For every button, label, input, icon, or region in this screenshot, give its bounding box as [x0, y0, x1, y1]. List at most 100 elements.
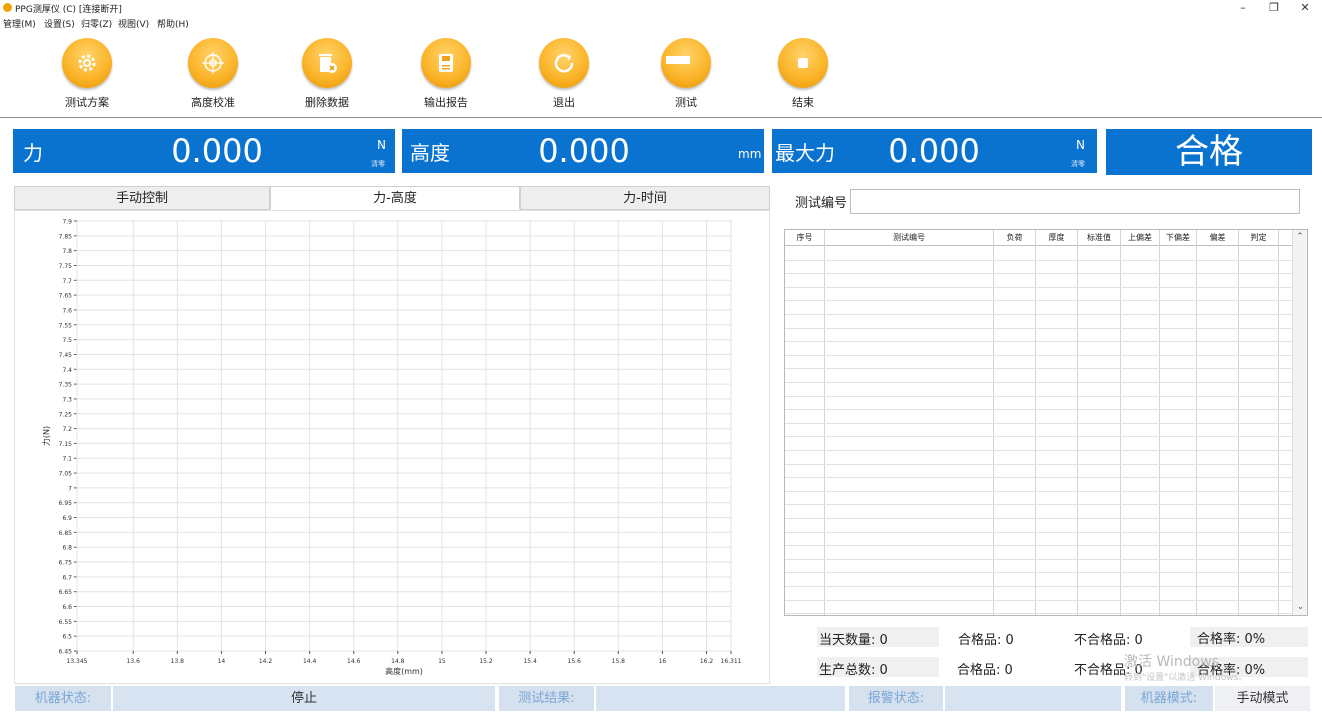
tab-force-time[interactable]: 力-时间	[520, 186, 770, 210]
crosshair-icon	[188, 38, 238, 88]
app-window: PPG测厚仪 (C) [连接断开] – ❐ ✕ 管理(M) 设置(S) 归零(Z…	[0, 0, 1322, 715]
y-tick-label: 7.2	[62, 426, 72, 433]
y-tick-label: 6.75	[59, 560, 73, 567]
table-row-line	[785, 382, 1293, 383]
x-tick-label: 15.2	[479, 658, 493, 665]
menu-zero[interactable]: 归零(Z)	[81, 17, 112, 30]
y-tick-label: 7.55	[59, 322, 73, 329]
table-row-line	[785, 532, 1293, 533]
delete-data-button[interactable]: 删除数据	[282, 38, 372, 110]
table-row-line	[785, 368, 1293, 369]
y-tick-label: 7.35	[59, 382, 73, 389]
total-pass: 合格品: 0	[957, 663, 1013, 678]
table-row-line	[785, 423, 1293, 424]
test-label: 测试	[675, 96, 697, 109]
total-count: 生产总数: 0	[819, 663, 888, 678]
x-tick-label: 16.2	[700, 658, 714, 665]
y-tick-label: 7.65	[59, 293, 73, 300]
ruler-icon	[661, 38, 711, 88]
menu-settings[interactable]: 设置(S)	[44, 17, 75, 30]
table-row-line	[785, 314, 1293, 315]
menu-bar: 管理(M) 设置(S) 归零(Z) 视图(V) 帮助(H)	[0, 16, 1322, 30]
activation-watermark-sub: 转到"设置"以激活 Windows。	[1124, 673, 1248, 683]
today-pass: 合格品: 0	[958, 633, 1014, 648]
table-row-line	[785, 273, 1293, 274]
max-force-readout: 最大力 0.000 N 清零	[772, 129, 1097, 173]
alarm-state-label: 报警状态:	[849, 686, 943, 711]
y-tick-label: 7.45	[59, 352, 73, 359]
menu-help[interactable]: 帮助(H)	[157, 17, 189, 30]
test-plan-button[interactable]: 测试方案	[42, 38, 132, 110]
test-plan-label: 测试方案	[65, 96, 109, 109]
exit-label: 退出	[553, 96, 575, 109]
x-tick-label: 14.2	[259, 658, 273, 665]
scroll-up-icon[interactable]: ⌃	[1293, 230, 1307, 245]
force-label: 力	[23, 141, 43, 165]
end-button[interactable]: 结束	[758, 38, 848, 110]
x-tick-label: 13.6	[127, 658, 141, 665]
today-rate: 合格率: 0%	[1197, 632, 1266, 647]
x-tick-label: 15.8	[612, 658, 626, 665]
menu-manage[interactable]: 管理(M)	[3, 17, 36, 30]
menu-view[interactable]: 视图(V)	[118, 17, 149, 30]
exit-button[interactable]: 退出	[519, 38, 609, 110]
force-unit: N	[377, 138, 386, 152]
y-tick-label: 6.7	[62, 574, 72, 581]
table-header: 序号 测试编号 负荷 厚度 标准值 上偏差 下偏差 偏差 判定	[785, 230, 1293, 246]
force-height-chart: 6.45 6.5 6.55 6.6 6.65 6.7 6.75 6.8 6.85 6.9 6.95 7…	[14, 210, 770, 684]
col-test-id: 测试编号	[825, 230, 994, 245]
force-zero-button[interactable]: 清零	[371, 159, 385, 169]
y-tick-label: 7.9	[62, 219, 72, 226]
tab-manual-control[interactable]: 手动控制	[14, 186, 270, 210]
x-tick-label: 15.4	[523, 658, 537, 665]
y-tick-label: 7.8	[62, 248, 72, 255]
table-row-line	[785, 518, 1293, 519]
export-report-button[interactable]: 输出报告	[401, 38, 491, 110]
y-tick-label: 6.85	[59, 530, 73, 537]
x-tick-label: 14.6	[347, 658, 361, 665]
height-unit: mm	[738, 147, 762, 161]
table-scrollbar[interactable]: ⌃ ⌄	[1292, 230, 1307, 615]
test-result-value	[596, 686, 845, 711]
y-tick-label: 6.9	[62, 515, 72, 522]
test-button[interactable]: 测试	[641, 38, 731, 110]
height-readout: 高度 0.000 mm	[402, 129, 764, 173]
end-label: 结束	[792, 96, 814, 109]
scroll-down-icon[interactable]: ⌄	[1293, 600, 1307, 615]
serial-input[interactable]	[850, 189, 1300, 214]
today-count: 当天数量: 0	[819, 633, 888, 648]
col-lower-dev: 下偏差	[1160, 230, 1197, 245]
restore-button[interactable]: ❐	[1259, 0, 1289, 16]
y-tick-label: 7.6	[62, 307, 72, 314]
x-tick-label: 13.345	[67, 658, 88, 665]
x-tick-label: 15	[438, 658, 446, 665]
close-button[interactable]: ✕	[1290, 0, 1320, 16]
height-label: 高度	[410, 141, 450, 165]
y-tick-label: 7.05	[59, 471, 73, 478]
serial-label: 测试编号	[795, 196, 848, 211]
minimize-button[interactable]: –	[1228, 0, 1258, 16]
height-calibration-button[interactable]: 高度校准	[168, 38, 258, 110]
y-tick-label: 7.85	[59, 233, 73, 240]
y-tick-label: 6.45	[59, 649, 73, 656]
table-row-line	[785, 504, 1293, 505]
y-tick-label: 7.3	[62, 396, 72, 403]
col-load: 负荷	[994, 230, 1036, 245]
tab-force-height[interactable]: 力-高度	[270, 186, 520, 210]
y-tick-label: 7.75	[59, 263, 73, 270]
y-tick-label: 6.5	[62, 634, 72, 641]
max-force-unit: N	[1076, 138, 1085, 152]
table-row-line	[785, 613, 1293, 614]
force-value: 0.000	[171, 132, 263, 170]
delete-data-label: 删除数据	[305, 96, 349, 109]
table-row-line	[785, 491, 1293, 492]
y-tick-label: 6.65	[59, 589, 73, 596]
max-force-zero-button[interactable]: 清零	[1071, 159, 1085, 169]
x-tick-label: 14.8	[391, 658, 405, 665]
export-report-label: 输出报告	[424, 96, 468, 109]
table-row-line	[785, 436, 1293, 437]
table-row-line	[785, 545, 1293, 546]
table-row-line	[785, 450, 1293, 451]
chart-svg: 6.45 6.5 6.55 6.6 6.65 6.7 6.75 6.8 6.85 6.9 6.95 7…	[41, 219, 742, 677]
x-tick-label: 14.4	[303, 658, 317, 665]
